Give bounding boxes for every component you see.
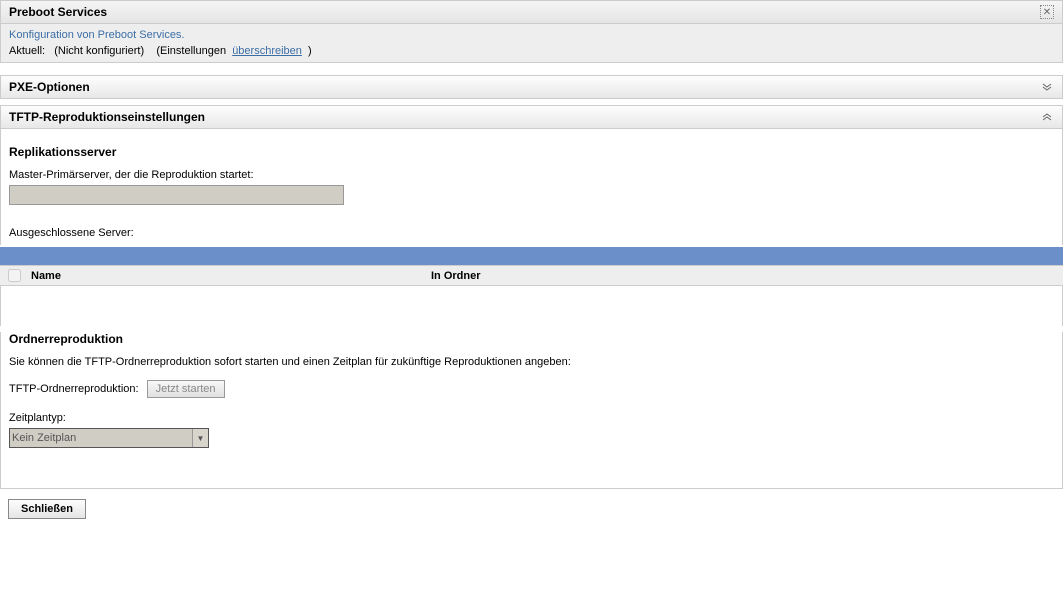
start-now-button[interactable]: Jetzt starten xyxy=(147,380,225,398)
settings-prefix: (Einstellungen xyxy=(156,45,226,57)
panel-subheader: Konfiguration von Preboot Services. Aktu… xyxy=(0,24,1063,63)
master-server-label: Master-Primärserver, der die Reproduktio… xyxy=(9,169,1054,181)
schedule-select-wrap: ▼ xyxy=(9,428,209,448)
page-title: Preboot Services xyxy=(9,5,107,19)
schedule-type-select[interactable] xyxy=(9,428,209,448)
master-server-input[interactable] xyxy=(9,185,344,205)
chevron-up-icon[interactable] xyxy=(1040,110,1054,124)
pxe-section-title: PXE-Optionen xyxy=(9,80,90,94)
schedule-type-label: Zeitplantyp: xyxy=(9,412,1054,424)
column-folder: In Ordner xyxy=(431,270,481,282)
close-icon[interactable]: ✕ xyxy=(1040,5,1054,19)
tftp-section-bar[interactable]: TFTP-Reproduktionseinstellungen xyxy=(0,105,1063,129)
replication-heading: Replikationsserver xyxy=(9,145,1054,159)
folder-reproduction-heading: Ordnerreproduktion xyxy=(9,332,1054,346)
footer-bar: Schließen xyxy=(0,489,1063,529)
pxe-section-bar[interactable]: PXE-Optionen xyxy=(0,75,1063,99)
folder-reproduction-section: Ordnerreproduktion Sie können die TFTP-O… xyxy=(0,332,1063,489)
chevron-down-icon[interactable] xyxy=(1040,80,1054,94)
tftp-content: Replikationsserver Master-Primärserver, … xyxy=(0,129,1063,245)
excluded-table-header: Name In Ordner xyxy=(0,265,1063,286)
status-line: Aktuell: (Nicht konfiguriert) (Einstellu… xyxy=(9,45,1054,57)
start-row: TFTP-Ordnerreproduktion: Jetzt starten xyxy=(9,380,1054,398)
status-value: (Nicht konfiguriert) xyxy=(54,45,144,57)
status-label: Aktuell: xyxy=(9,45,45,57)
close-button[interactable]: Schließen xyxy=(8,499,86,519)
select-all-checkbox[interactable] xyxy=(8,269,21,282)
column-name: Name xyxy=(31,270,431,282)
settings-suffix: ) xyxy=(308,45,312,57)
table-empty-area xyxy=(0,286,1063,326)
override-link[interactable]: überschreiben xyxy=(232,45,302,57)
main-panel-header: Preboot Services ✕ xyxy=(0,0,1063,24)
folder-reproduction-description: Sie können die TFTP-Ordnerreproduktion s… xyxy=(9,356,1054,368)
config-description: Konfiguration von Preboot Services. xyxy=(9,29,1054,41)
tftp-reproduction-label: TFTP-Ordnerreproduktion: xyxy=(9,383,139,395)
tftp-section-title: TFTP-Reproduktionseinstellungen xyxy=(9,110,205,124)
toolbar-bar xyxy=(0,247,1063,265)
excluded-servers-label: Ausgeschlossene Server: xyxy=(9,227,1054,239)
